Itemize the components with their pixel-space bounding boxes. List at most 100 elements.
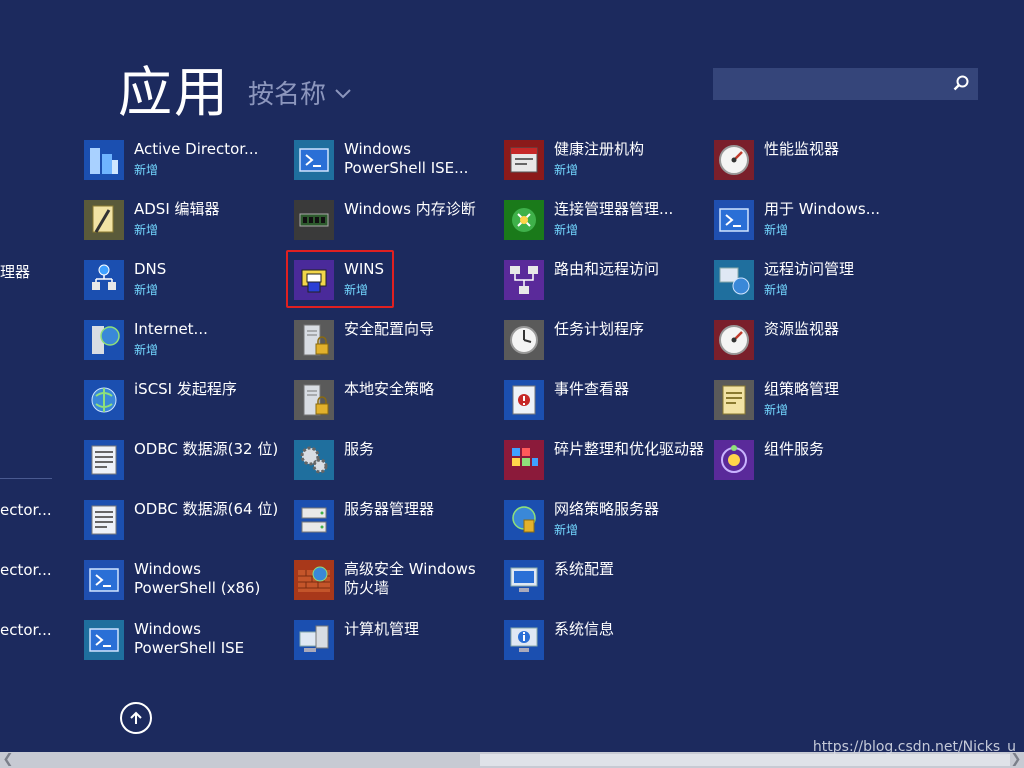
empty-cell [714,620,924,680]
app-name: 高级安全 Windows 防火墙 [344,560,476,597]
server-manager-icon [294,500,334,540]
app-name: 碎片整理和优化驱动器 [554,440,705,458]
app-name: WINS [344,260,384,278]
app-tile[interactable]: 系统配置 [504,560,714,620]
app-tile[interactable]: 健康注册机构 新增 [504,140,714,200]
services-icon [294,440,334,480]
local-security-policy-icon [294,380,334,420]
app-tile[interactable]: Windows PowerShell (x86) [84,560,294,620]
scroll-left-icon[interactable]: ❮ [0,752,16,768]
app-name: 事件查看器 [554,380,630,398]
left-fragment-1[interactable]: 理器 [0,261,30,282]
app-text: 网络策略服务器 新增 [554,500,704,538]
new-badge: 新增 [344,283,369,297]
sort-by-name-dropdown[interactable]: 按名称 [248,74,352,111]
watermark: https://blog.csdn.net/Nicks_u [812,739,1016,755]
app-tile[interactable]: Internet... 新增 [84,320,294,380]
search-input[interactable] [713,68,954,98]
powershell-x86-icon [84,560,124,600]
app-name: 组策略管理 [764,380,840,398]
app-name: 系统信息 [554,620,615,638]
app-text: ODBC 数据源(64 位) [134,500,284,519]
app-tile[interactable]: iSCSI 发起程序 [84,380,294,440]
app-tile[interactable]: 服务器管理器 [294,500,504,560]
component-services-icon [714,440,754,480]
app-tile[interactable]: 任务计划程序 [504,320,714,380]
app-tile[interactable]: Windows 内存诊断 [294,200,504,260]
new-badge: 新增 [554,163,579,177]
app-tile[interactable]: ODBC 数据源(64 位) [84,500,294,560]
chevron-down-icon [334,84,352,105]
app-tile[interactable]: Windows PowerShell ISE... [294,140,504,200]
app-tile[interactable]: Windows PowerShell ISE [84,620,294,680]
defrag-icon [504,440,544,480]
computer-management-icon [294,620,334,660]
app-tile[interactable]: 组件服务 [714,440,924,500]
app-name: ODBC 数据源(64 位) [134,500,279,518]
left-fragment-4[interactable]: ector... [0,621,52,639]
app-tile[interactable]: 高级安全 Windows 防火墙 [294,560,504,620]
search-icon[interactable] [952,74,970,92]
app-tile[interactable]: 服务 [294,440,504,500]
app-name: 计算机管理 [344,620,420,638]
app-name: 性能监视器 [764,140,840,158]
app-text: 连接管理器管理... 新增 [554,200,704,238]
app-tile[interactable]: 组策略管理 新增 [714,380,924,440]
app-text: 服务器管理器 [344,500,494,519]
app-text: 高级安全 Windows 防火墙 [344,560,494,598]
app-tile[interactable]: DNS 新增 [84,260,294,320]
app-tile[interactable]: 连接管理器管理... 新增 [504,200,714,260]
sort-label: 按名称 [248,80,327,110]
app-tile[interactable]: 计算机管理 [294,620,504,680]
search-box[interactable] [713,68,978,100]
app-name: Active Director... [134,140,259,158]
odbc-32-icon [84,440,124,480]
app-name: Windows 内存诊断 [344,200,476,218]
app-tile[interactable]: Active Director... 新增 [84,140,294,200]
app-text: 路由和远程访问 [554,260,704,279]
new-badge: 新增 [134,223,159,237]
internet-information-services-icon [84,320,124,360]
scroll-up-button[interactable] [120,702,152,734]
network-policy-server-icon [504,500,544,540]
system-config-icon [504,560,544,600]
app-name: Windows PowerShell ISE [134,620,245,657]
app-name: 路由和远程访问 [554,260,660,278]
left-fragment-2[interactable]: ector... [0,501,52,519]
powershell-icon [714,200,754,240]
new-badge: 新增 [134,163,159,177]
powershell-ise-icon [294,140,334,180]
app-name: 资源监视器 [764,320,840,338]
app-tile[interactable]: ADSI 编辑器 新增 [84,200,294,260]
app-text: 组策略管理 新增 [764,380,914,418]
app-text: 碎片整理和优化驱动器 [554,440,704,459]
app-text: 事件查看器 [554,380,704,399]
app-tile[interactable]: ODBC 数据源(32 位) [84,440,294,500]
app-tile[interactable]: 本地安全策略 [294,380,504,440]
app-tile[interactable]: 事件查看器 [504,380,714,440]
app-tile[interactable]: 路由和远程访问 [504,260,714,320]
new-badge: 新增 [134,283,159,297]
app-text: 远程访问管理 新增 [764,260,914,298]
app-grid: Active Director... 新增 Windows PowerShell I… [84,140,924,680]
security-config-wizard-icon [294,320,334,360]
app-text: 性能监视器 [764,140,914,159]
app-text: 健康注册机构 新增 [554,140,704,178]
app-tile[interactable]: 性能监视器 [714,140,924,200]
app-tile[interactable]: 系统信息 [504,620,714,680]
app-tile[interactable]: WINS 新增 [286,250,504,320]
app-tile[interactable]: 安全配置向导 [294,320,504,380]
left-fragment-3[interactable]: ector... [0,561,52,579]
app-tile[interactable]: 远程访问管理 新增 [714,260,924,320]
app-tile[interactable]: 资源监视器 [714,320,924,380]
active-directory-icon [84,140,124,180]
scrollbar-thumb[interactable] [480,754,1010,766]
app-tile[interactable]: 用于 Windows... 新增 [714,200,924,260]
left-divider [0,478,52,479]
app-tile[interactable]: 网络策略服务器 新增 [504,500,714,560]
app-text: ODBC 数据源(32 位) [134,440,284,459]
app-tile[interactable]: 碎片整理和优化驱动器 [504,440,714,500]
app-text: 资源监视器 [764,320,914,339]
new-badge: 新增 [554,523,579,537]
app-text: Internet... 新增 [134,320,284,358]
